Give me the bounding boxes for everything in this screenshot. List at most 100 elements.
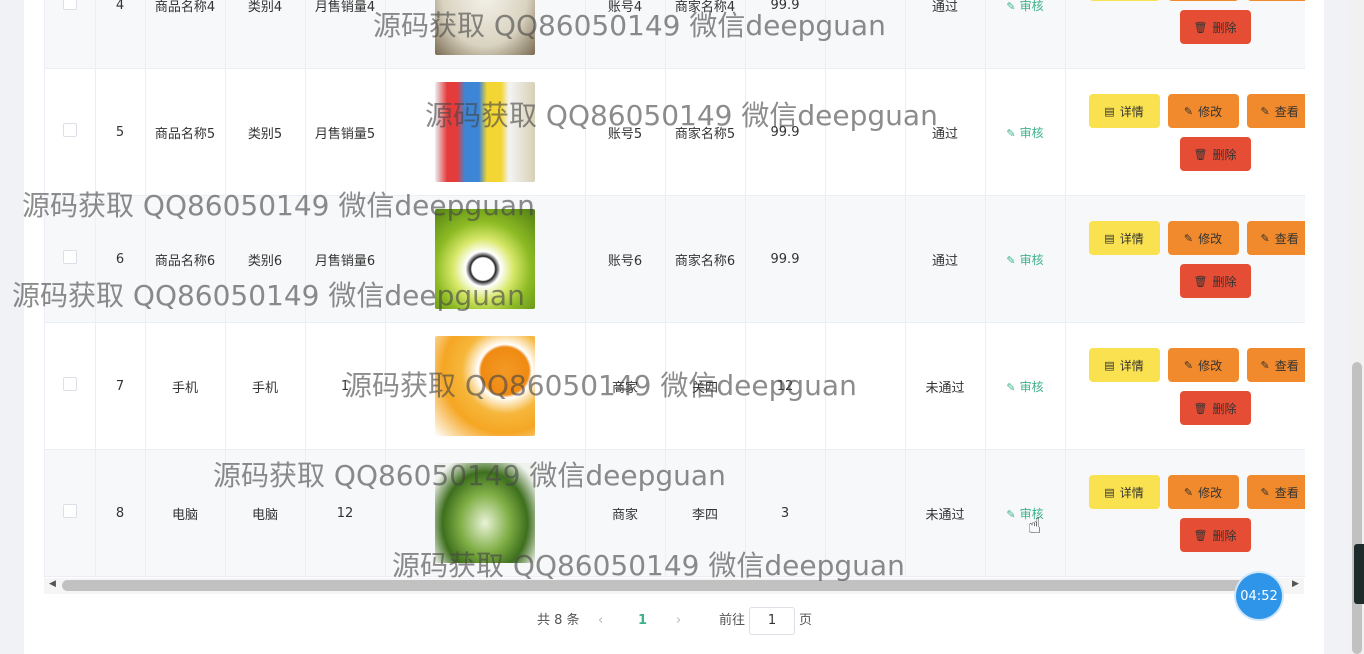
view-button[interactable]: ✎查看: [1246, 475, 1305, 509]
page-number[interactable]: 1: [638, 607, 647, 635]
monthly-sales: 月售销量5: [305, 68, 386, 196]
edit-button[interactable]: ✎修改: [1167, 221, 1239, 255]
scroll-left-icon[interactable]: ◀: [49, 579, 56, 589]
recording-timer[interactable]: 04:52: [1236, 573, 1282, 619]
edit-pen-icon: ✎: [1006, 507, 1016, 521]
mouse-cursor-icon: ☝: [1028, 514, 1042, 539]
detail-button[interactable]: ▤详情: [1088, 475, 1160, 509]
next-page-icon[interactable]: ›: [676, 607, 681, 635]
edit-pen-icon: ✎: [1006, 253, 1016, 267]
edit-pen-icon: ✎: [1006, 380, 1016, 394]
row-checkbox[interactable]: [62, 123, 77, 137]
detail-button[interactable]: ▤详情: [1088, 221, 1160, 255]
edit-button[interactable]: ✎修改: [1167, 94, 1239, 128]
view-button[interactable]: ✎查看: [1246, 221, 1305, 255]
horizontal-scrollbar[interactable]: ◀ ▶: [44, 578, 1304, 594]
monthly-sales: 月售销量6: [305, 195, 386, 323]
edit-pen-icon: ✎: [1260, 104, 1270, 118]
detail-button[interactable]: ▤详情: [1088, 348, 1160, 382]
view-button[interactable]: ✎查看: [1246, 94, 1305, 128]
price: 12: [745, 322, 826, 450]
merchant-name: 商家名称6: [665, 195, 746, 323]
review-status: 通过: [905, 0, 986, 69]
table-row: 7 手机 手机 1 商家 关四 12 未通过 ✎ 审核 ▤ 详情 ✎ 修改 ✎ 查看 🗑 删除: [45, 322, 1305, 450]
document-icon: ▤: [1104, 231, 1115, 245]
product-name: 电脑: [145, 449, 226, 577]
document-icon: ▤: [1104, 358, 1115, 372]
row-index: 4: [95, 0, 146, 69]
audit-link[interactable]: ✎ 审核: [1006, 253, 1043, 267]
edit-pen-icon: ✎: [1006, 126, 1016, 140]
merchant-account: 账号6: [585, 195, 666, 323]
row-checkbox[interactable]: [62, 504, 77, 518]
row-index: 5: [95, 68, 146, 196]
audit-link[interactable]: ✎ 审核: [1006, 380, 1043, 394]
view-button[interactable]: ✎查看: [1246, 0, 1305, 1]
row-index: 6: [95, 195, 146, 323]
merchant-account: 账号5: [585, 68, 666, 196]
trash-icon: 🗑: [1193, 274, 1208, 288]
monthly-sales: 1: [305, 322, 386, 450]
product-name: 商品名称6: [145, 195, 226, 323]
product-name: 商品名称4: [145, 0, 226, 69]
audit-link[interactable]: ✎ 审核: [1006, 126, 1043, 140]
merchant-account: 账号4: [585, 0, 666, 69]
edit-pen-icon: ✎: [1260, 231, 1270, 245]
edit-button[interactable]: ✎修改: [1167, 348, 1239, 382]
product-name: 商品名称5: [145, 68, 226, 196]
vegetable-image: [435, 463, 535, 563]
merchant-account: 商家: [585, 322, 666, 450]
delete-button[interactable]: 🗑 删除: [1179, 518, 1251, 552]
merchant-name: 李四: [665, 449, 746, 577]
trash-icon: 🗑: [1193, 20, 1208, 34]
detail-button[interactable]: ▤详情: [1088, 0, 1160, 1]
delete-button[interactable]: 🗑 删除: [1179, 391, 1251, 425]
pagination: 共 8 条 ‹ 1 › 前往 1 页: [0, 607, 1364, 635]
audit-link[interactable]: ✎ 审核: [1006, 0, 1043, 13]
product-category: 类别4: [225, 0, 306, 69]
delete-button[interactable]: 🗑 删除: [1179, 264, 1251, 298]
goto-label: 前往: [719, 613, 746, 628]
detail-button[interactable]: ▤详情: [1088, 94, 1160, 128]
data-table: 4商品名称4类别4月售销量4账号4商家名称499.9通过✎审核▤详情✎修改✎查看…: [44, 0, 1305, 578]
delete-button[interactable]: 🗑 删除: [1179, 10, 1251, 44]
product-category: 类别6: [225, 195, 306, 323]
edit-button[interactable]: ✎修改: [1167, 0, 1239, 1]
trash-icon: 🗑: [1193, 147, 1208, 161]
edit-pen-icon: ✎: [1260, 358, 1270, 372]
side-widget: [1354, 544, 1364, 604]
price: 99.9: [745, 195, 826, 323]
row-checkbox[interactable]: [62, 0, 77, 10]
trash-icon: 🗑: [1193, 401, 1208, 415]
document-icon: ▤: [1104, 104, 1115, 118]
goto-page-input[interactable]: 1: [749, 607, 795, 635]
product-category: 类别5: [225, 68, 306, 196]
row-checkbox[interactable]: [62, 250, 77, 264]
trash-icon: 🗑: [1193, 528, 1208, 542]
edit-button[interactable]: ✎修改: [1167, 475, 1239, 509]
merchant-name: 商家名称5: [665, 68, 746, 196]
price: 99.9: [745, 0, 826, 69]
scrollbar-thumb[interactable]: [62, 580, 1262, 591]
row-checkbox[interactable]: [62, 377, 77, 391]
edit-pen-icon: ✎: [1006, 0, 1016, 13]
product-name: 手机: [145, 322, 226, 450]
table-row: 5 商品名称5 类别5 月售销量5 账号5 商家名称5 99.9 通过 ✎ 审核 ▤ 详情 ✎ 修改 ✎ 查看…: [45, 68, 1305, 196]
document-icon: ▤: [1104, 485, 1115, 499]
merchant-name: 关四: [665, 322, 746, 450]
bottle-image: [435, 0, 535, 55]
merchant-name: 商家名称4: [665, 0, 746, 69]
vertical-scrollbar-thumb[interactable]: [1352, 362, 1362, 654]
prev-page-icon[interactable]: ‹: [598, 607, 603, 635]
review-status: 通过: [905, 195, 986, 323]
monthly-sales: 12: [305, 449, 386, 577]
table-row: 4商品名称4类别4月售销量4 账号4商家名称499.9 通过 ✎审核 ▤详情 ✎修改 ✎查看…: [45, 0, 1305, 69]
scroll-right-icon[interactable]: ▶: [1292, 579, 1299, 589]
delete-button[interactable]: 🗑 删除: [1179, 137, 1251, 171]
football-image: [435, 209, 535, 309]
edit-pen-icon: ✎: [1183, 231, 1194, 245]
edit-pen-icon: ✎: [1183, 104, 1194, 118]
bottles-image: [435, 82, 535, 182]
row-index: 7: [95, 322, 146, 450]
view-button[interactable]: ✎查看: [1246, 348, 1305, 382]
